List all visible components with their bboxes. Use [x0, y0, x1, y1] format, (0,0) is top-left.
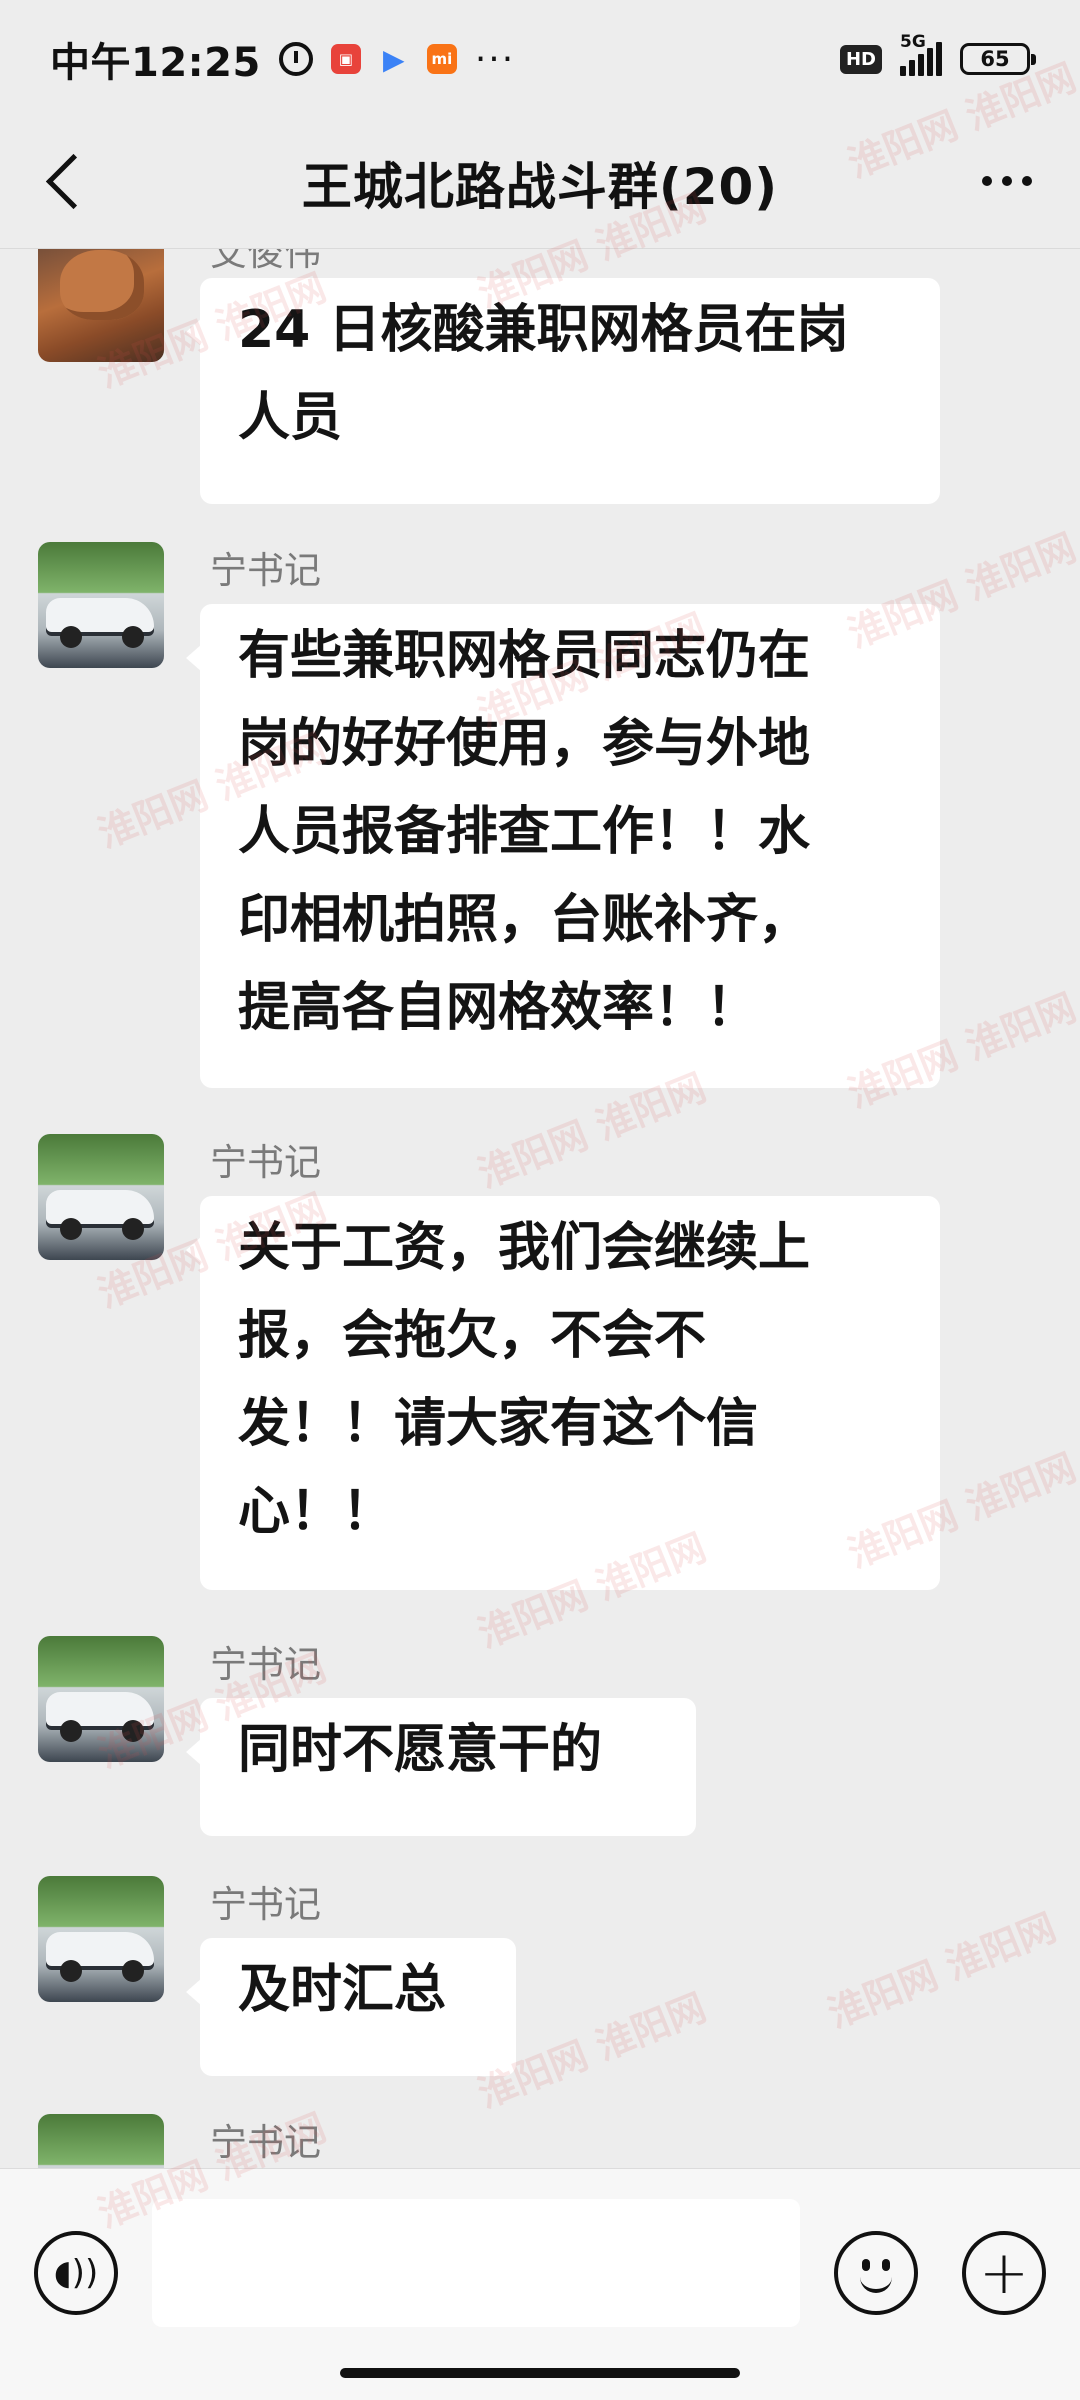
avatar[interactable] [38, 1636, 164, 1762]
status-time: 中午12:25 [50, 40, 261, 86]
avatar[interactable] [38, 248, 164, 362]
sender-name: 艾俊伟 [210, 248, 321, 274]
message-input[interactable] [152, 2199, 800, 2327]
sender-name: 宁书记 [210, 1643, 321, 1686]
status-bar: 中午12:25 ▣ ▶ mi ··· HD 5G 65 [0, 0, 1080, 118]
more-dot-icon [1022, 176, 1032, 186]
message-bubble[interactable]: 同时不愿意干的 [186, 1698, 696, 1836]
avatar[interactable] [38, 1134, 164, 1260]
battery-icon: 65 [960, 43, 1036, 75]
voice-button[interactable]: ◖)) [34, 2231, 118, 2315]
message-bubble[interactable]: 24 日核酸兼职网格员在岗 人员 [186, 278, 940, 504]
mi-icon: mi [426, 44, 457, 74]
message-bubble[interactable]: 有些兼职网格员同志仍在 岗的好好使用，参与外地 人员报备排查工作！！水 印相机拍… [186, 604, 940, 1088]
emoji-button[interactable] [834, 2231, 918, 2315]
more-options-button[interactable] [972, 156, 1042, 206]
more-dot-icon [982, 176, 992, 186]
sender-name: 宁书记 [210, 1883, 321, 1926]
message-list[interactable]: 艾俊伟 24 日核酸兼职网格员在岗 人员 宁书记 有些兼职网格员同志仍在 岗的好… [0, 248, 1080, 2168]
chat-title: 王城北路战斗群(20) [301, 158, 779, 216]
title-bar: 王城北路战斗群(20) [0, 118, 1080, 249]
avatar[interactable] [38, 542, 164, 668]
notification-more-icon: ··· [474, 38, 516, 80]
status-left: 中午12:25 ▣ ▶ mi ··· [50, 30, 515, 88]
sender-name: 宁书记 [210, 1141, 321, 1184]
avatar[interactable] [38, 1876, 164, 2002]
plus-icon: + [978, 2238, 1030, 2308]
chevron-left-icon [45, 153, 101, 209]
more-actions-button[interactable]: + [962, 2231, 1046, 2315]
more-dot-icon [1002, 176, 1012, 186]
red-app-icon: ▣ [330, 44, 361, 74]
chat-screen: 中午12:25 ▣ ▶ mi ··· HD 5G 65 王城北路战斗群(20) … [0, 0, 1080, 2400]
signal-icon: 5G [900, 32, 942, 76]
status-right: HD 5G 65 [839, 32, 1036, 76]
sender-name: 宁书记 [210, 549, 321, 592]
teapot-avatar-image [60, 250, 144, 320]
voice-icon: ◖)) [53, 2253, 99, 2293]
message-bubble[interactable]: 关于工资，我们会继续上 报，会拖欠，不会不 发！！请大家有这个信 心！！ [186, 1196, 940, 1590]
home-indicator[interactable] [340, 2368, 740, 2378]
battery-level: 65 [980, 47, 1010, 71]
alarm-icon [278, 42, 313, 76]
back-button[interactable] [34, 146, 101, 216]
message-bubble[interactable]: 及时汇总 [186, 1938, 516, 2076]
sender-name: 宁书记 [210, 2121, 321, 2164]
input-bar: ◖)) + [0, 2168, 1080, 2400]
play-icon: ▶ [383, 42, 405, 76]
network-type: 5G [900, 32, 926, 52]
avatar[interactable] [38, 2114, 164, 2168]
hd-badge: HD [839, 44, 882, 74]
emoji-icon [846, 2243, 906, 2303]
